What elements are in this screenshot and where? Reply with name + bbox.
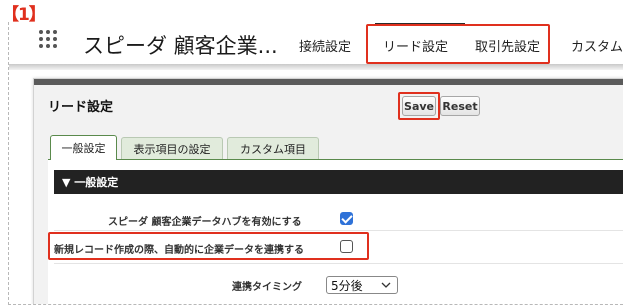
chevron-down-icon [381,282,391,288]
highlight-auto-link-row [48,232,369,260]
highlight-nav-tabs [366,24,550,64]
row-divider [54,263,623,264]
app-launcher-icon[interactable] [39,30,59,50]
setting-label-enable-hub: スピーダ 顧客企業データハブを有効にする [108,217,302,228]
tab-custom-fields[interactable]: カスタム項目 [227,137,319,159]
timing-select-value: 5分後 [331,278,363,293]
timing-label: 連携タイミング [232,282,302,293]
tab-general[interactable]: 一般設定 [50,135,117,160]
tab-display-fields[interactable]: 表示項目の設定 [121,137,223,159]
app-screen: スピーダ 顧客企業... 接続設定 リード設定 取引先設定 カスタム リード設定… [8,22,623,305]
highlight-save-button [398,92,440,120]
row-divider [54,230,623,231]
app-header: スピーダ 顧客企業... 接続設定 リード設定 取引先設定 カスタム [9,22,623,64]
timing-select[interactable]: 5分後 [326,276,398,294]
panel-top-strip [34,79,623,85]
lead-settings-panel: リード設定 Save Reset 一般設定 表示項目の設定 カスタム項目 ▼ 一… [33,78,623,304]
app-name: スピーダ 顧客企業... [83,34,278,58]
page-title: リード設定 [48,100,114,115]
reset-button[interactable]: Reset [440,96,480,116]
section-header-general[interactable]: ▼ 一般設定 [54,170,623,194]
enable-hub-checkbox[interactable] [340,212,353,225]
nav-tab-connection[interactable]: 接続設定 [299,36,351,55]
nav-tab-custom[interactable]: カスタム [571,36,623,55]
header-divider [9,64,623,70]
tab-content: ▼ 一般設定 スピーダ 顧客企業データハブを有効にする 新規レコード作成の際、自… [48,160,623,304]
